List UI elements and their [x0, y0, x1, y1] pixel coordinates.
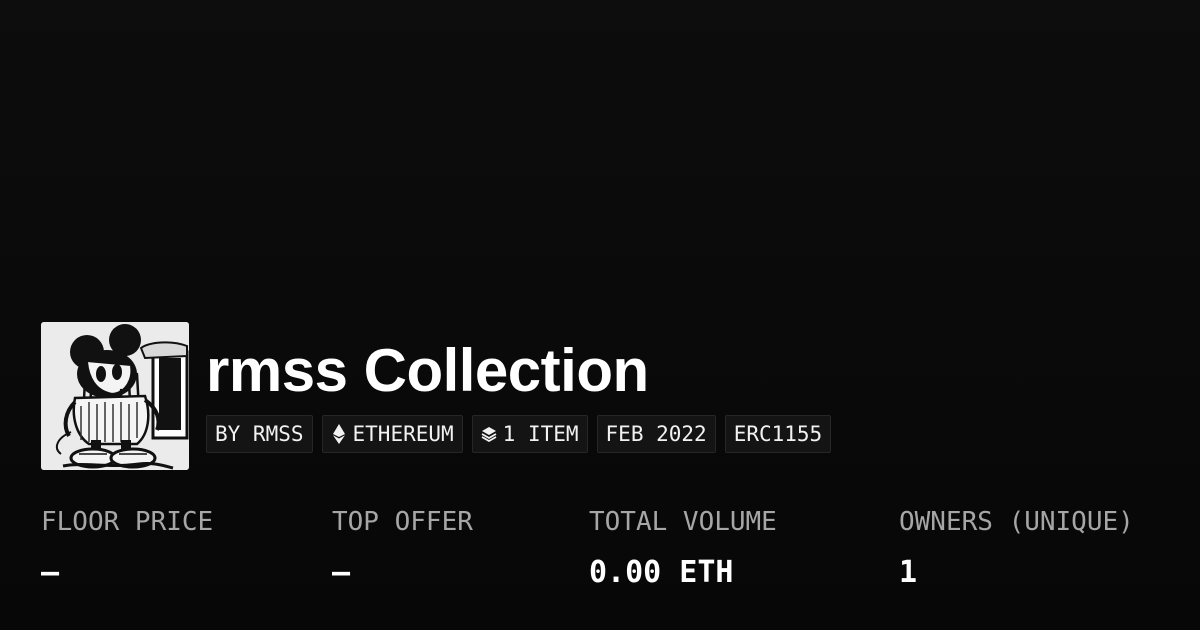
stat-top-offer-label: TOP OFFER: [332, 507, 473, 537]
tag-token-standard[interactable]: ERC1155: [724, 415, 832, 453]
stat-owners-value: 1: [899, 555, 918, 590]
stat-floor-price: FLOOR PRICE —: [41, 506, 213, 591]
stat-total-volume: TOTAL VOLUME 0.00 ETH: [589, 506, 777, 591]
share-card: rmss Collection BY RMSS ETHEREUM 1 ITEM …: [0, 0, 1200, 630]
layers-icon: [481, 424, 497, 444]
collection-thumbnail: [41, 322, 189, 470]
collection-tags: BY RMSS ETHEREUM 1 ITEM FEB 2022 ERC1155: [206, 415, 832, 453]
title-block: rmss Collection BY RMSS ETHEREUM 1 ITEM …: [206, 322, 832, 453]
tag-creator[interactable]: BY RMSS: [206, 415, 313, 453]
stat-top-offer: TOP OFFER —: [332, 506, 473, 591]
tag-item-count[interactable]: 1 ITEM: [471, 415, 588, 453]
tag-created-date[interactable]: FEB 2022: [596, 415, 716, 453]
collection-title: rmss Collection: [206, 337, 649, 404]
tag-creator-label: BY RMSS: [215, 422, 304, 446]
tag-chain-label: ETHEREUM: [352, 422, 454, 446]
stat-top-offer-value: —: [332, 555, 351, 590]
collection-header: rmss Collection BY RMSS ETHEREUM 1 ITEM …: [41, 322, 832, 470]
stat-total-volume-value: 0.00 ETH: [589, 555, 734, 590]
tag-item-count-label: 1 ITEM: [502, 422, 579, 446]
collection-artwork: [41, 322, 189, 470]
stat-floor-price-value: —: [41, 555, 60, 590]
tag-token-standard-label: ERC1155: [733, 422, 823, 446]
stat-owners: OWNERS (UNIQUE) 1: [899, 506, 1134, 591]
stat-owners-label: OWNERS (UNIQUE): [899, 507, 1134, 537]
stat-floor-price-label: FLOOR PRICE: [41, 507, 214, 537]
ethereum-icon: [331, 424, 347, 444]
stat-total-volume-label: TOTAL VOLUME: [589, 507, 777, 537]
tag-chain[interactable]: ETHEREUM: [321, 415, 463, 453]
tag-created-date-label: FEB 2022: [605, 422, 707, 446]
